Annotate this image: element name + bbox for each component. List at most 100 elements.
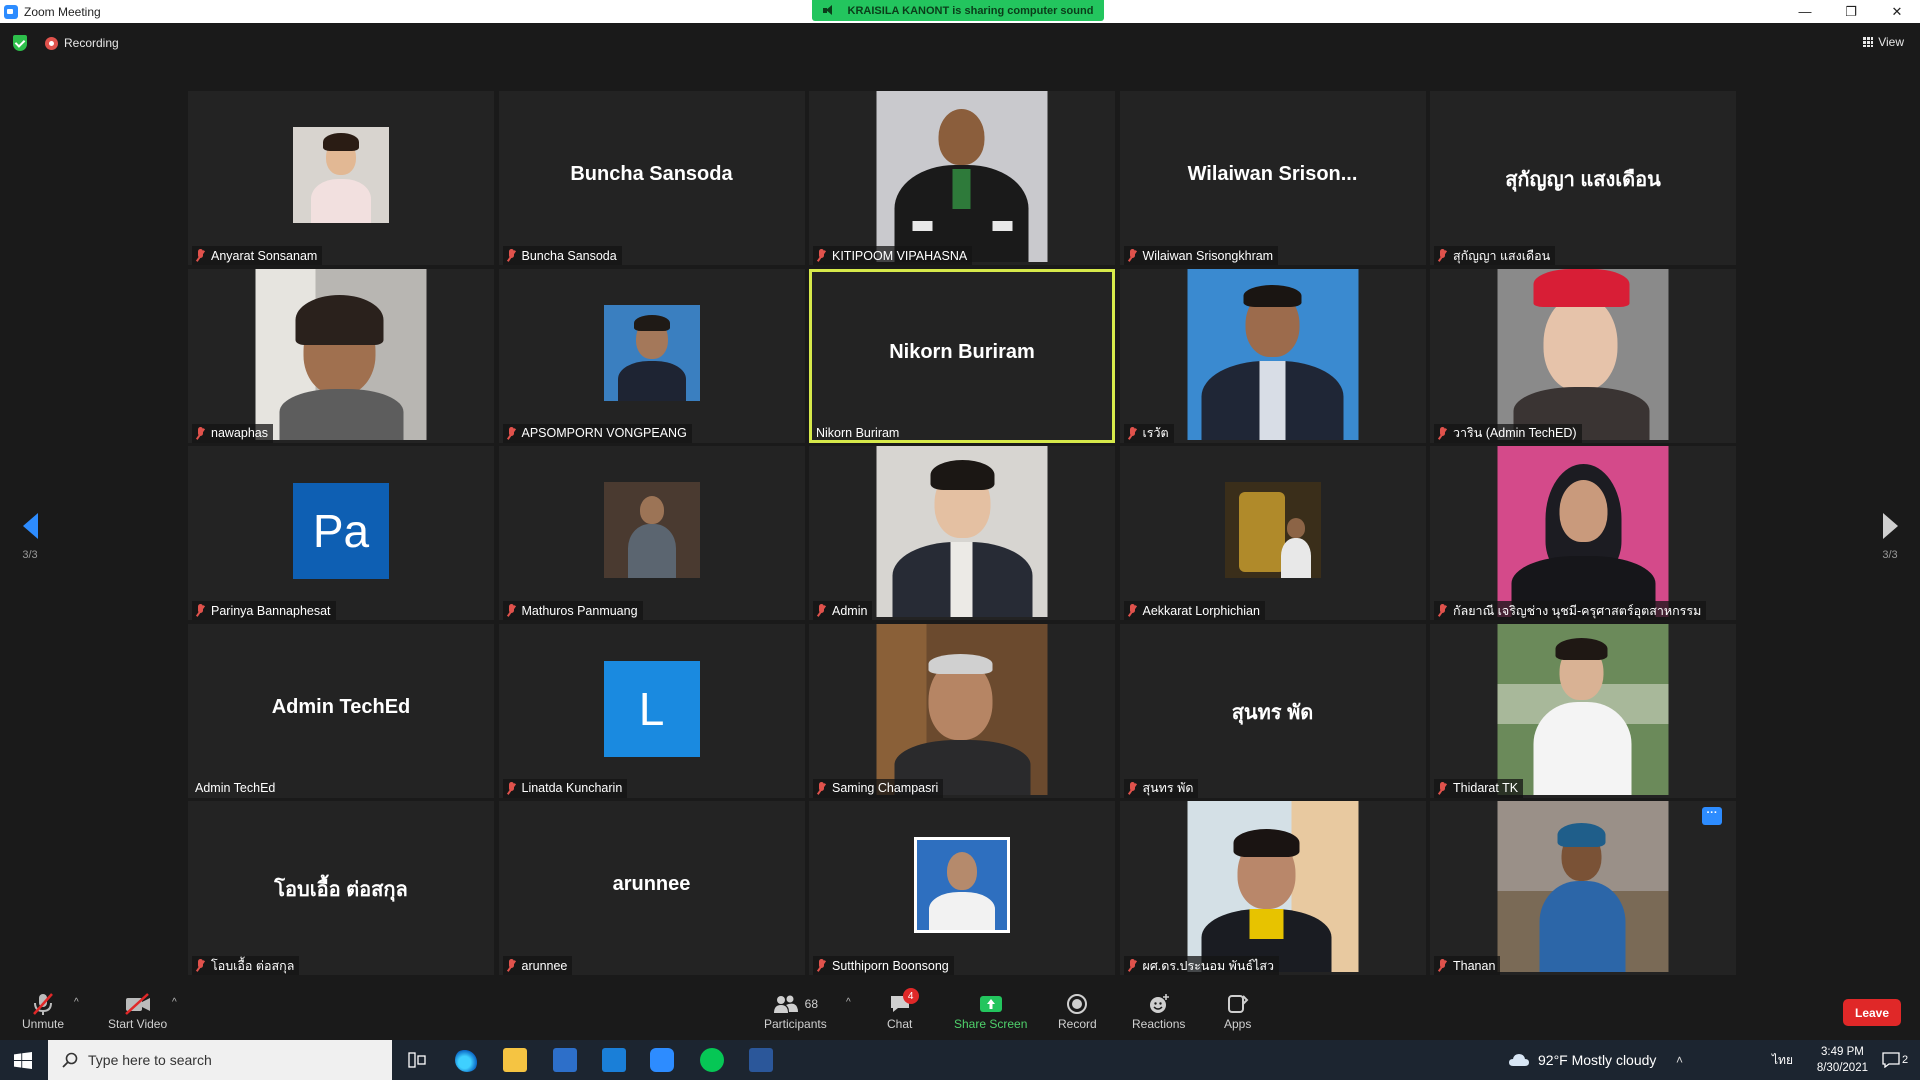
recording-indicator[interactable]: Recording	[45, 36, 119, 50]
participant-name-label: Sutthiporn Boonsong	[813, 956, 954, 975]
participant-name-label: Admin TechEd	[195, 781, 276, 795]
leave-button[interactable]: Leave	[1843, 999, 1901, 1026]
video-options-caret[interactable]: ^	[172, 997, 177, 1008]
participant-name-label: KITIPOOM VIPAHASNA	[813, 246, 973, 265]
video-tile[interactable]: Sutthiporn Boonsong	[809, 801, 1115, 975]
file-explorer-icon[interactable]	[503, 1048, 527, 1072]
task-view-icon[interactable]	[408, 1052, 426, 1073]
participants-count: 68	[804, 997, 819, 1011]
participant-name-label: Parinya Bannaphesat	[192, 601, 336, 620]
previous-page-button[interactable]: 3/3	[15, 513, 45, 573]
record-button[interactable]: Record	[1058, 991, 1097, 1031]
video-tile[interactable]: สุกัญญา แสงเดือน สุกัญญา แสงเดือน	[1430, 91, 1736, 265]
system-tray-icons[interactable]: ˄	[1676, 1040, 1683, 1080]
video-tile[interactable]: Admin	[809, 446, 1115, 620]
video-tile[interactable]: Buncha Sansoda Buncha Sansoda	[498, 91, 805, 265]
participant-name-label: Saming Champasri	[813, 778, 944, 798]
participant-photo	[876, 446, 1048, 617]
participants-label: Participants	[764, 1017, 827, 1031]
minimize-button[interactable]: —	[1782, 0, 1828, 23]
video-tile[interactable]: เรวัต	[1119, 268, 1426, 443]
participant-name-label: สุนทร พัด	[1123, 778, 1199, 798]
zoom-app-icon	[4, 4, 18, 19]
unmute-label: Unmute	[22, 1017, 65, 1031]
line-app-icon[interactable]	[700, 1048, 724, 1072]
participant-display-name: สุกัญญา แสงเดือน	[1505, 169, 1661, 191]
mic-muted-icon	[32, 991, 54, 1017]
video-tile[interactable]: arunnee arunnee	[498, 801, 805, 975]
reactions-button[interactable]: Reactions	[1132, 991, 1185, 1031]
tile-more-options-button[interactable]: ···	[1702, 807, 1722, 825]
view-button[interactable]: View	[1863, 35, 1904, 49]
recording-label: Recording	[64, 36, 119, 50]
participant-name-label: ผศ.ดร.ประนอม พันธ์ไสว	[1123, 956, 1280, 975]
taskbar-clock[interactable]: 3:49 PM 8/30/2021	[1817, 1044, 1868, 1076]
participant-name-label: Admin	[813, 601, 873, 620]
apps-button[interactable]: Apps	[1224, 991, 1251, 1031]
maximize-button[interactable]: ❐	[1828, 0, 1874, 23]
participant-name-label: Nikorn Buriram	[816, 426, 900, 440]
video-tile[interactable]: Saming Champasri	[809, 623, 1115, 798]
audio-options-caret[interactable]: ^	[74, 997, 79, 1008]
edge-browser-icon[interactable]	[455, 1048, 479, 1072]
store-icon[interactable]	[553, 1048, 577, 1072]
video-tile[interactable]: Thidarat TK	[1430, 623, 1736, 798]
video-tile[interactable]: Aekkarat Lorphichian	[1119, 446, 1426, 620]
participant-name-label: กัลยาณี เจริญช่าง นุชมี-ครุศาสตร์อุตสาหก…	[1434, 601, 1707, 620]
video-tile[interactable]: Pa Parinya Bannaphesat	[188, 446, 494, 620]
unmute-button[interactable]: Unmute	[22, 991, 64, 1031]
mic-muted-icon	[195, 959, 205, 972]
weather-widget[interactable]: 92°F Mostly cloudy	[1508, 1040, 1656, 1080]
share-screen-button[interactable]: Share Screen	[954, 991, 1027, 1031]
video-tile[interactable]: กัลยาณี เจริญช่าง นุชมี-ครุศาสตร์อุตสาหก…	[1430, 446, 1736, 620]
video-tile[interactable]: nawaphas	[188, 268, 494, 443]
video-tile[interactable]: KITIPOOM VIPAHASNA	[809, 91, 1115, 265]
gallery-grid: Anyarat Sonsanam Buncha Sansoda Buncha S…	[188, 91, 1736, 975]
apps-icon	[1227, 991, 1249, 1017]
mic-muted-icon	[1437, 249, 1447, 262]
avatar: Pa	[293, 483, 389, 579]
taskbar-search[interactable]: Type here to search	[48, 1040, 392, 1080]
mic-muted-icon	[1127, 959, 1137, 972]
sharing-sound-text: KRAISILA KANONT is sharing computer soun…	[847, 4, 1094, 17]
video-tile[interactable]: Anyarat Sonsanam	[188, 91, 494, 265]
security-shield-icon[interactable]	[13, 35, 27, 51]
next-page-button[interactable]: 3/3	[1875, 513, 1905, 573]
active-speaker-tile[interactable]: Nikorn Buriram Nikorn Buriram	[809, 268, 1115, 443]
zoom-taskbar-icon[interactable]	[650, 1048, 674, 1072]
video-tile[interactable]: APSOMPORN VONGPEANG	[498, 268, 805, 443]
mic-muted-icon	[1437, 604, 1447, 617]
mic-muted-icon	[1437, 426, 1447, 440]
video-tile[interactable]: Mathuros Panmuang	[498, 446, 805, 620]
mail-icon[interactable]	[602, 1048, 626, 1072]
participant-name-label: Wilaiwan Srisongkhram	[1123, 246, 1279, 265]
language-indicator[interactable]: ไทย	[1772, 1040, 1793, 1080]
reactions-label: Reactions	[1132, 1017, 1186, 1031]
participants-button[interactable]: 68 Participants	[764, 991, 827, 1031]
start-video-button[interactable]: Start Video	[108, 991, 167, 1031]
participant-name-label: Anyarat Sonsanam	[192, 246, 323, 265]
notification-icon	[1882, 1052, 1900, 1068]
video-tile[interactable]: โอบเอื้อ ต่อสกุล โอบเอื้อ ต่อสกุล	[188, 801, 494, 975]
video-tile[interactable]: Wilaiwan Srison... Wilaiwan Srisongkhram	[1119, 91, 1426, 265]
video-tile[interactable]: Admin TechEd Admin TechEd	[188, 623, 494, 798]
video-tile[interactable]: L Linatda Kuncharin	[498, 623, 805, 798]
start-video-label: Start Video	[108, 1017, 168, 1031]
mic-muted-icon	[1437, 959, 1447, 972]
mic-muted-icon	[1437, 781, 1447, 795]
search-icon	[62, 1052, 78, 1068]
mic-muted-icon	[816, 959, 826, 972]
participant-display-name: Wilaiwan Srison...	[1187, 163, 1358, 185]
video-tile[interactable]: ··· Thanan	[1430, 801, 1736, 975]
reactions-icon	[1148, 991, 1170, 1017]
video-tile[interactable]: วาริน (Admin TechED)	[1430, 268, 1736, 443]
notification-center[interactable]: 2	[1882, 1040, 1908, 1080]
word-app-icon[interactable]	[749, 1048, 773, 1072]
video-tile[interactable]: ผศ.ดร.ประนอม พันธ์ไสว	[1119, 801, 1426, 975]
video-tile[interactable]: สุนทร พัด สุนทร พัด	[1119, 623, 1426, 798]
windows-start-icon[interactable]	[14, 1052, 32, 1074]
close-button[interactable]: ✕	[1874, 0, 1920, 23]
participants-options-caret[interactable]: ^	[846, 997, 851, 1008]
participant-photo	[603, 482, 700, 578]
chat-button[interactable]: 4 Chat	[887, 988, 919, 1031]
